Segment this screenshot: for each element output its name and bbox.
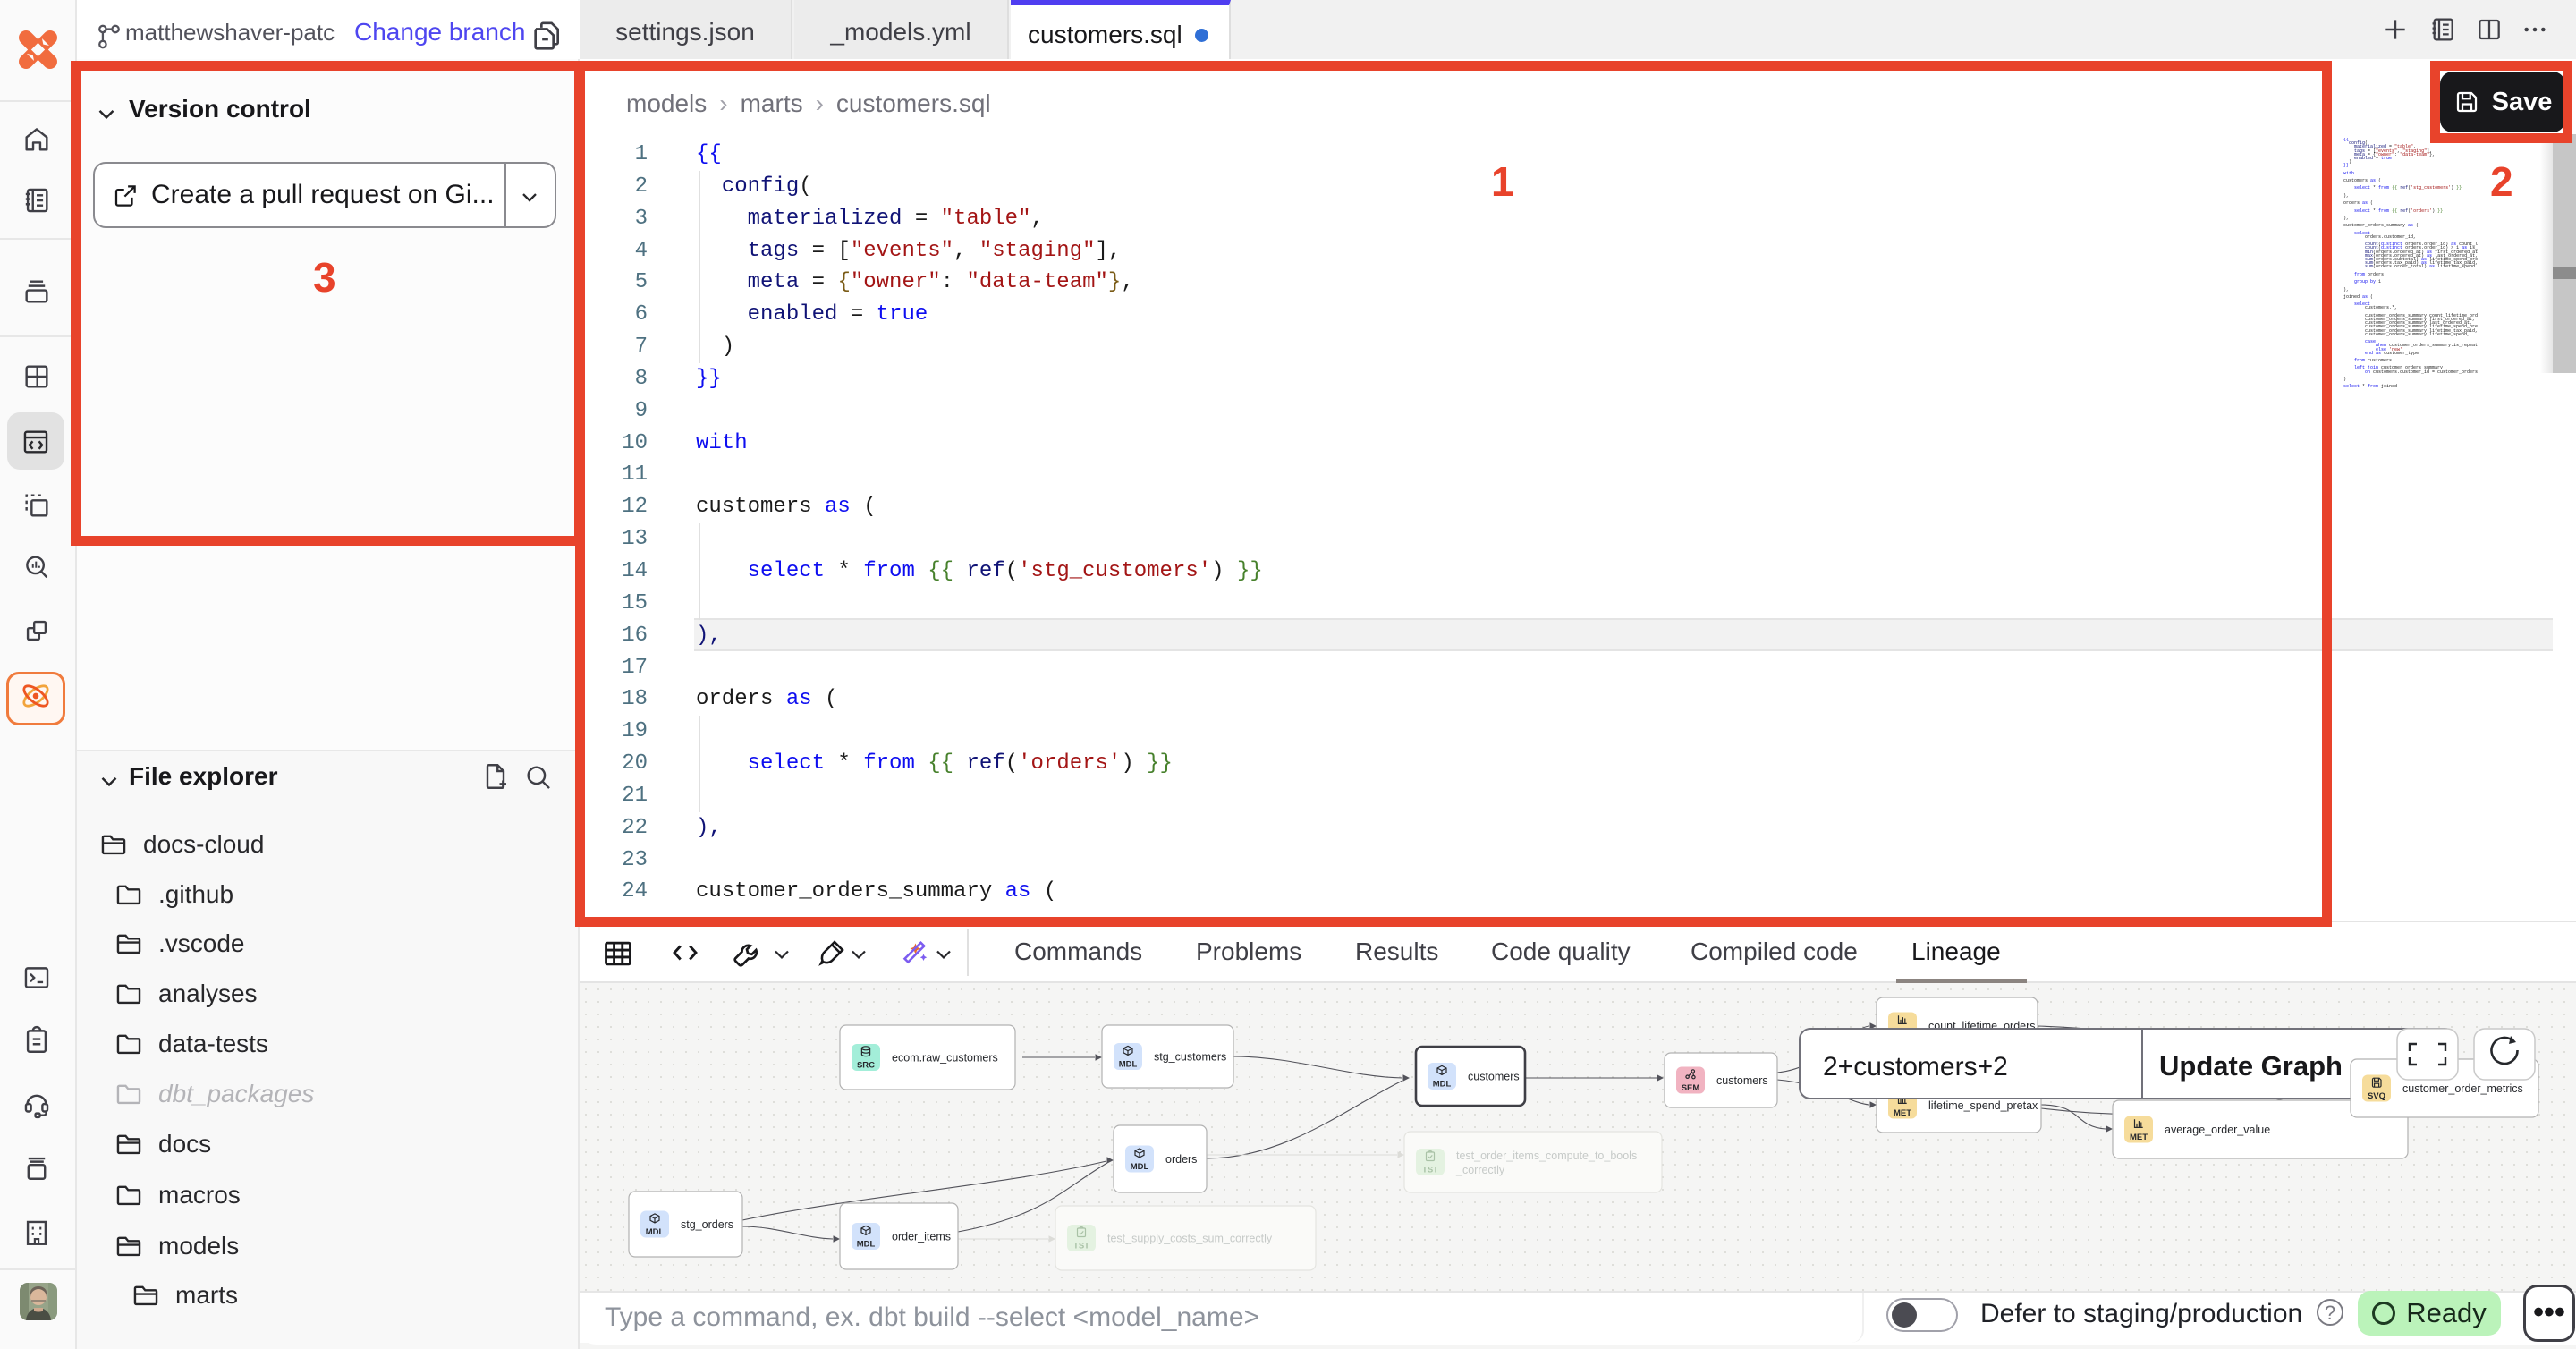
- svg-text:_correctly: _correctly: [1455, 1164, 1505, 1176]
- svg-text:TST: TST: [1422, 1166, 1438, 1175]
- svg-text:ecom.raw_customers: ecom.raw_customers: [892, 1052, 998, 1065]
- svg-text:SVQ: SVQ: [2368, 1091, 2385, 1101]
- svg-text:MDL: MDL: [1119, 1060, 1138, 1070]
- svg-text:customer_order_metrics: customer_order_metrics: [2402, 1082, 2523, 1095]
- svg-text:SEM: SEM: [1682, 1083, 1700, 1093]
- svg-text:MDL: MDL: [857, 1240, 876, 1250]
- svg-text:customers: customers: [1468, 1071, 1520, 1083]
- svg-text:test_supply_costs_sum_correctl: test_supply_costs_sum_correctly: [1107, 1233, 1273, 1245]
- svg-text:MDL: MDL: [646, 1227, 665, 1237]
- svg-text:TST: TST: [1073, 1242, 1089, 1251]
- svg-text:stg_customers: stg_customers: [1154, 1051, 1226, 1064]
- svg-text:orders: orders: [1165, 1153, 1197, 1166]
- svg-text:SRC: SRC: [857, 1061, 875, 1071]
- svg-text:MET: MET: [1894, 1108, 1911, 1118]
- svg-text:order_items: order_items: [892, 1231, 951, 1243]
- svg-text:MDL: MDL: [1433, 1080, 1452, 1090]
- svg-text:average_order_value: average_order_value: [2165, 1124, 2270, 1136]
- svg-text:MDL: MDL: [1131, 1162, 1149, 1172]
- svg-text:test_order_items_compute_to_bo: test_order_items_compute_to_bools: [1456, 1150, 1637, 1162]
- svg-text:MET: MET: [2130, 1133, 2148, 1142]
- svg-text:2+customers+2: 2+customers+2: [1823, 1052, 2008, 1082]
- svg-text:lifetime_spend_pretax: lifetime_spend_pretax: [1928, 1099, 2038, 1112]
- svg-text:stg_orders: stg_orders: [681, 1218, 733, 1231]
- svg-text:customers: customers: [1716, 1074, 1768, 1087]
- svg-text:Update Graph: Update Graph: [2159, 1050, 2343, 1082]
